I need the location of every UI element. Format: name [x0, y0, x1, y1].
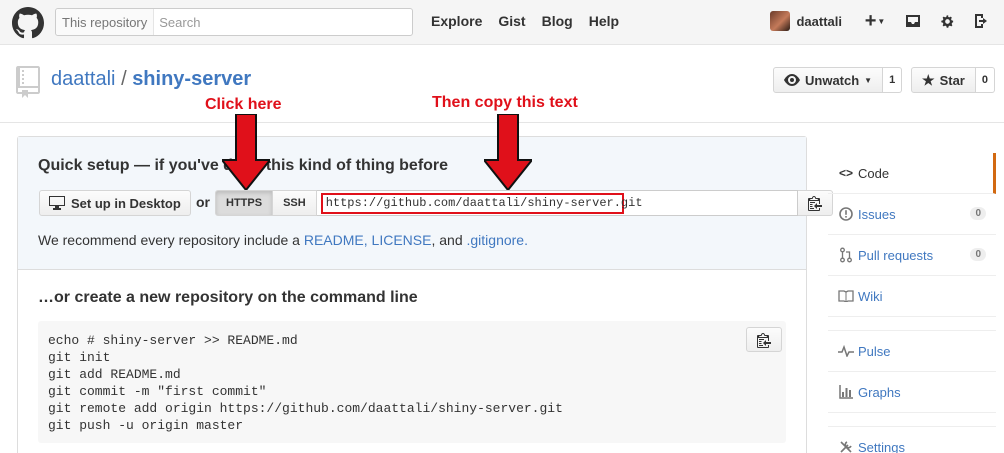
- star-label: Star: [939, 72, 965, 88]
- watch-group: Unwatch ▼ 1: [773, 67, 903, 93]
- search-box[interactable]: This repository: [55, 8, 413, 36]
- recommend-text: We recommend every repository include a …: [38, 232, 528, 248]
- or-label: or: [196, 194, 210, 210]
- sidebar-item-label: Code: [858, 165, 890, 181]
- user-nav: daattali + ▼: [770, 11, 990, 31]
- header-nav: Explore Gist Blog Help: [431, 13, 635, 29]
- recommend-prefix: We recommend every repository include a: [38, 232, 304, 248]
- site-header: This repository Explore Gist Blog Help d…: [0, 0, 1004, 45]
- github-logo-icon[interactable]: [12, 7, 44, 39]
- sidebar-divider: [828, 413, 996, 427]
- sidebar-item-code[interactable]: <> Code: [828, 153, 996, 194]
- search-scope-label: This repository: [56, 9, 155, 35]
- caret-down-icon: ▼: [877, 16, 886, 26]
- graph-icon: [838, 384, 854, 400]
- book-icon: [838, 288, 854, 304]
- eye-icon: [784, 74, 800, 86]
- caret-down-icon: ▼: [864, 75, 873, 85]
- repo-sidebar: <> Code Issues 0 Pull requests 0 Wiki Pu…: [828, 153, 996, 453]
- quick-setup-panel: Quick setup — if you've done this kind o…: [18, 137, 833, 270]
- issues-count: 0: [970, 207, 986, 220]
- pulse-icon: [838, 343, 854, 359]
- repo-title-separator: /: [121, 68, 127, 90]
- sidebar-item-label: Graphs: [858, 384, 901, 400]
- plus-icon: +: [864, 10, 877, 32]
- star-group: ★ Star 0: [911, 67, 995, 93]
- quick-setup-box: Quick setup — if you've done this kind o…: [17, 136, 833, 453]
- setup-desktop-label: Set up in Desktop: [71, 195, 181, 211]
- search-input[interactable]: [154, 9, 412, 35]
- readme-link[interactable]: README: [304, 232, 364, 248]
- clone-url-field[interactable]: https://github.com/daattali/shiny-server…: [316, 190, 798, 216]
- repo-name-link[interactable]: shiny-server: [132, 68, 251, 90]
- issue-icon: [838, 206, 854, 222]
- license-link[interactable]: LICENSE: [372, 232, 432, 248]
- sidebar-item-wiki[interactable]: Wiki: [828, 276, 996, 317]
- nav-explore[interactable]: Explore: [431, 13, 482, 29]
- sidebar-item-label: Settings: [858, 439, 905, 453]
- repo-icon: [16, 66, 40, 103]
- copy-commands-button[interactable]: [746, 327, 782, 352]
- and-text: , and: [431, 232, 467, 248]
- pull-request-icon: [838, 247, 854, 263]
- sidebar-item-pull-requests[interactable]: Pull requests 0: [828, 235, 996, 276]
- sidebar-item-pulse[interactable]: Pulse: [828, 331, 996, 372]
- sidebar-item-issues[interactable]: Issues 0: [828, 194, 996, 235]
- sidebar-item-graphs[interactable]: Graphs: [828, 372, 996, 413]
- unwatch-button[interactable]: Unwatch ▼: [773, 67, 884, 93]
- pull-requests-count: 0: [970, 248, 986, 261]
- clipboard-icon: [757, 332, 771, 348]
- star-count[interactable]: 0: [975, 67, 995, 93]
- sidebar-item-label: Issues: [858, 206, 896, 222]
- avatar[interactable]: [770, 11, 791, 31]
- create-new-menu[interactable]: + ▼: [862, 10, 888, 32]
- tools-icon: [838, 439, 854, 453]
- command-line-title: …or create a new repository on the comma…: [38, 289, 418, 306]
- desktop-icon: [49, 196, 65, 210]
- copy-text-annotation: Then copy this text: [432, 94, 578, 111]
- https-toggle[interactable]: HTTPS: [215, 190, 274, 216]
- code-icon: <>: [838, 166, 853, 180]
- setup-desktop-button[interactable]: Set up in Desktop: [39, 190, 191, 216]
- nav-gist[interactable]: Gist: [498, 13, 525, 29]
- clone-url-text: https://github.com/daattali/shiny-server…: [325, 196, 643, 210]
- ssh-toggle[interactable]: SSH: [273, 190, 317, 216]
- copy-text-arrow: [484, 114, 532, 190]
- command-code-text[interactable]: echo # shiny-server >> README.md git ini…: [48, 332, 563, 434]
- gitignore-link[interactable]: .gitignore: [467, 232, 525, 248]
- clone-url-group: HTTPS SSH https://github.com/daattali/sh…: [215, 190, 833, 216]
- star-icon: ★: [922, 71, 935, 88]
- sign-out-icon[interactable]: [972, 12, 990, 30]
- repo-title: daattali / shiny-server: [51, 68, 251, 91]
- star-button[interactable]: ★ Star: [911, 67, 976, 93]
- nav-blog[interactable]: Blog: [542, 13, 573, 29]
- sidebar-item-label: Pull requests: [858, 247, 934, 263]
- unwatch-label: Unwatch: [805, 72, 860, 88]
- sidebar-item-label: Pulse: [858, 343, 891, 359]
- repo-owner-link[interactable]: daattali: [51, 68, 116, 90]
- sidebar-item-label: Wiki: [858, 288, 883, 304]
- gear-icon[interactable]: [938, 12, 956, 30]
- command-code-block: echo # shiny-server >> README.md git ini…: [38, 321, 786, 443]
- inbox-icon[interactable]: [904, 12, 922, 30]
- username-link[interactable]: daattali: [796, 14, 842, 29]
- nav-help[interactable]: Help: [589, 13, 619, 29]
- comma-sep: ,: [363, 232, 372, 248]
- sidebar-item-settings[interactable]: Settings: [828, 427, 996, 453]
- watch-count[interactable]: 1: [883, 67, 903, 93]
- clipboard-icon: [807, 195, 822, 211]
- period: .: [524, 232, 528, 248]
- click-here-arrow: [222, 114, 270, 190]
- click-here-annotation: Click here: [205, 96, 282, 113]
- sidebar-divider: [828, 317, 996, 331]
